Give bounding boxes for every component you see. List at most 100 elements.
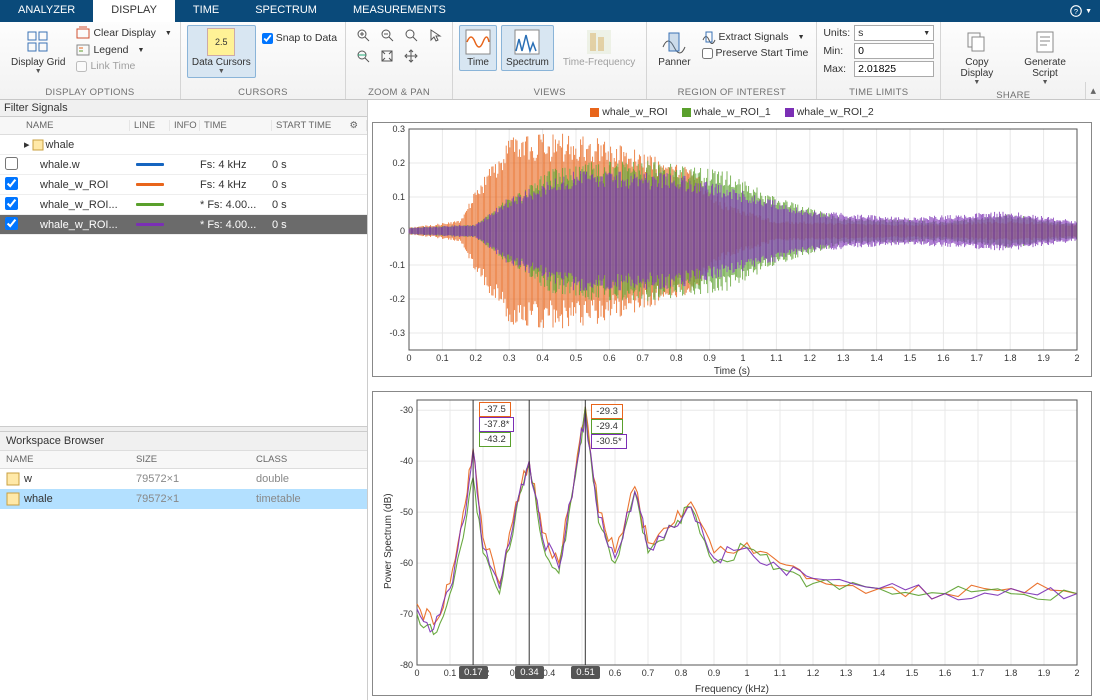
units-select[interactable]: s▼ [854,25,934,41]
legend-button[interactable]: Legend▼ [74,42,173,58]
signal-checkbox[interactable] [5,177,18,190]
peak-label: -30.5* [591,434,626,449]
pan-button[interactable] [400,46,422,66]
signal-checkbox[interactable] [5,197,18,210]
time-plot[interactable]: 00.10.20.30.40.50.60.70.80.911.11.21.31.… [372,122,1092,377]
zoom-out-button[interactable] [376,25,398,45]
cursor-value: 0.51 [571,666,600,679]
zoom-x-button[interactable] [352,46,374,66]
svg-text:1.5: 1.5 [904,353,917,363]
generate-script-button[interactable]: Generate Script▼ [1011,25,1080,89]
svg-text:0.9: 0.9 [703,353,716,363]
svg-text:0.5: 0.5 [570,353,583,363]
signal-checkbox[interactable] [5,217,18,230]
group-time-limits: Units: s▼ Min: Max: TIME LIMITS [817,22,941,99]
fit-button[interactable] [376,46,398,66]
svg-text:1.3: 1.3 [837,353,850,363]
svg-text:-60: -60 [400,558,413,568]
svg-text:?: ? [1074,7,1078,16]
spectrum-plot[interactable]: 00.10.20.30.40.50.60.70.80.911.11.21.31.… [372,391,1092,696]
cursor-value: 0.34 [515,666,544,679]
help-button[interactable]: ? ▼ [1062,0,1100,22]
waveform-icon [464,28,492,56]
signal-row[interactable]: ▸ whale [0,135,367,155]
spectrogram-icon [585,28,613,56]
time-view-button[interactable]: Time [459,25,497,71]
grid-icon [24,28,52,56]
signal-row[interactable]: whale_w_ROI Fs: 4 kHz 0 s [0,175,367,195]
group-share: Copy Display▼ Generate Script▼ SHARE [941,22,1085,99]
signal-checkbox[interactable] [5,157,18,170]
svg-text:1.4: 1.4 [873,668,886,678]
svg-text:1: 1 [740,353,745,363]
svg-text:0.1: 0.1 [392,192,405,202]
group-display-options: Display Grid ▼ Clear Display▼ Legend▼ Li… [0,22,181,99]
zoom-xy-button[interactable] [400,25,422,45]
svg-text:0.1: 0.1 [444,668,457,678]
svg-text:1.4: 1.4 [870,353,883,363]
spectrum-view-button[interactable]: Spectrum [501,25,554,71]
legend-icon [76,43,90,57]
svg-text:-30: -30 [400,405,413,415]
workspace-row[interactable]: w79572×1double [0,469,367,489]
svg-text:0.3: 0.3 [392,124,405,134]
svg-text:1.7: 1.7 [971,353,984,363]
tab-time[interactable]: TIME [175,0,237,22]
min-input[interactable] [854,43,934,59]
collapse-ribbon-button[interactable]: ▴ [1085,82,1100,99]
zoom-in-button[interactable] [352,25,374,45]
group-cursors: 2.5 Data Cursors ▼ Snap to Data CURSORS [181,22,346,99]
preserve-start-checkbox[interactable]: Preserve Start Time [700,46,811,60]
svg-text:-0.2: -0.2 [389,294,405,304]
svg-text:2: 2 [1074,353,1079,363]
peak-label: -37.8* [479,417,514,432]
tab-spectrum[interactable]: SPECTRUM [237,0,335,22]
svg-text:0.1: 0.1 [436,353,449,363]
signal-row[interactable]: whale_w_ROI... * Fs: 4.00... 0 s [0,215,367,235]
svg-text:0: 0 [414,668,419,678]
script-icon [1031,28,1059,56]
legend-item: whale_w_ROI_2 [785,106,874,118]
tab-analyzer[interactable]: ANALYZER [0,0,93,22]
clear-display-button[interactable]: Clear Display▼ [74,25,173,41]
legend-item: whale_w_ROI [590,106,667,118]
group-zoom: ZOOM & PAN [346,22,453,99]
svg-text:-40: -40 [400,456,413,466]
svg-text:1.2: 1.2 [804,353,817,363]
ribbon: Display Grid ▼ Clear Display▼ Legend▼ Li… [0,22,1100,100]
svg-text:0.2: 0.2 [392,158,405,168]
chevron-down-icon: ▼ [1085,8,1092,15]
panner-icon [660,28,688,56]
workspace-row[interactable]: whale79572×1timetable [0,489,367,509]
svg-text:0.9: 0.9 [708,668,721,678]
tab-display[interactable]: DISPLAY [93,0,175,22]
copy-icon [963,28,991,56]
svg-text:-0.1: -0.1 [389,260,405,270]
chevron-down-icon: ▼ [218,68,225,75]
pointer-button[interactable] [424,25,446,45]
display-grid-button[interactable]: Display Grid ▼ [6,25,70,78]
group-roi: Panner Extract Signals▼ Preserve Start T… [647,22,817,99]
svg-text:1.7: 1.7 [972,668,985,678]
cursor-icon: 2.5 [207,28,235,56]
filter-signals-header[interactable]: Filter Signals [0,100,367,117]
tab-measurements[interactable]: MEASUREMENTS [335,0,464,22]
extract-signals-button[interactable]: Extract Signals▼ [700,29,811,45]
time-frequency-button: Time-Frequency [558,25,640,71]
peak-label: -37.5 [479,402,511,417]
spectrum-icon [513,28,541,56]
gear-icon[interactable]: ⚙ [349,120,362,131]
svg-text:1.5: 1.5 [906,668,919,678]
copy-display-button[interactable]: Copy Display▼ [947,25,1006,89]
svg-text:0.3: 0.3 [503,353,516,363]
data-cursors-button[interactable]: 2.5 Data Cursors ▼ [187,25,256,78]
max-input[interactable] [854,61,934,77]
signal-row[interactable]: whale_w_ROI... * Fs: 4.00... 0 s [0,195,367,215]
svg-text:1.9: 1.9 [1038,668,1051,678]
signal-row[interactable]: whale.w Fs: 4 kHz 0 s [0,155,367,175]
peak-label: -29.3 [591,404,623,419]
svg-text:0: 0 [400,226,405,236]
svg-text:0.8: 0.8 [675,668,688,678]
snap-to-data-checkbox[interactable]: Snap to Data [260,31,339,45]
panner-button[interactable]: Panner [653,25,695,71]
